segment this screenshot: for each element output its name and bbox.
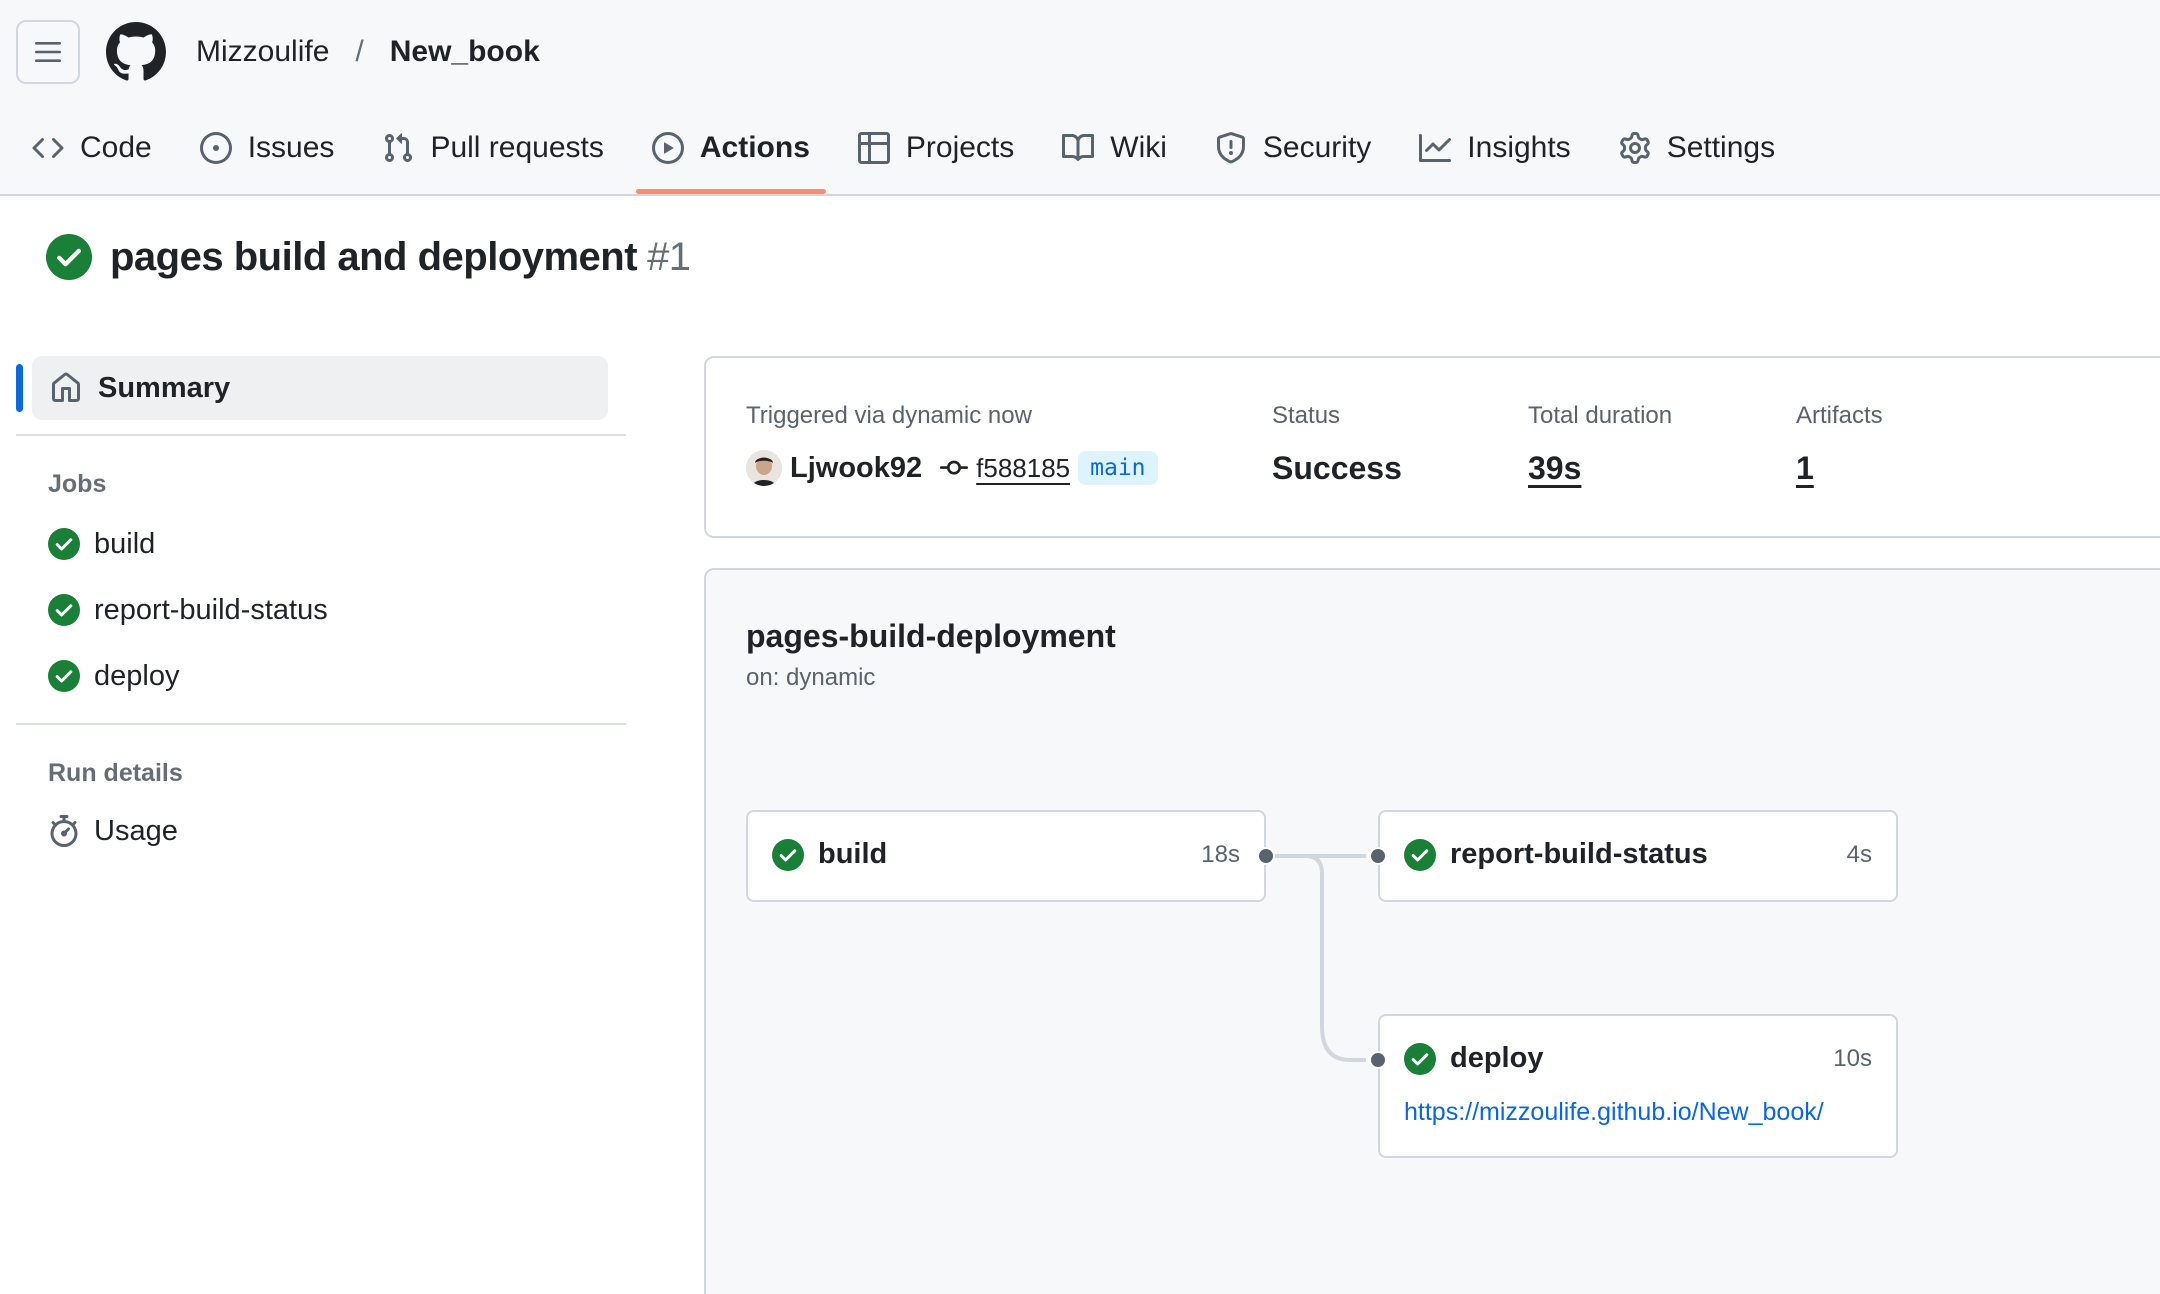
- tab-insights-label: Insights: [1467, 131, 1571, 164]
- tab-issues-label: Issues: [247, 131, 335, 164]
- job-node-report-build-status[interactable]: report-build-status 4s: [1378, 810, 1898, 902]
- stopwatch-icon: [50, 815, 78, 847]
- check-circle-fill-icon: [46, 234, 92, 280]
- sidebar-job-report-build-status[interactable]: report-build-status: [16, 577, 626, 643]
- sidebar-item-usage-label: Usage: [94, 814, 178, 847]
- divider: [16, 723, 626, 725]
- table-icon: [857, 132, 890, 164]
- divider: [16, 434, 626, 436]
- tab-pull-requests[interactable]: Pull requests: [366, 120, 619, 176]
- hamburger-icon: [35, 42, 61, 62]
- page-title: pages build and deployment #1: [110, 235, 691, 280]
- actor-link[interactable]: Ljwook92: [790, 452, 922, 485]
- status-label: Status: [1272, 402, 1341, 429]
- tab-wiki-label: Wiki: [1110, 131, 1167, 164]
- trigger-label: Triggered via dynamic now: [746, 402, 1032, 429]
- job-name: build: [818, 838, 888, 870]
- sidebar-item-summary[interactable]: Summary: [16, 356, 608, 420]
- tab-projects-label: Projects: [905, 131, 1015, 164]
- tab-projects[interactable]: Projects: [842, 120, 1030, 176]
- check-circle-fill-icon: [48, 528, 80, 560]
- sidebar-job-deploy[interactable]: deploy: [16, 643, 626, 709]
- job-header: report-build-status 4s: [1404, 838, 1872, 871]
- git-commit-icon: [940, 460, 969, 475]
- sidebar-item-summary-label: Summary: [98, 371, 231, 404]
- check-circle-fill-icon: [1404, 1042, 1436, 1075]
- deployment-url-link[interactable]: https://mizzoulife.github.io/New_book/: [1404, 1098, 1824, 1127]
- sidebar-job-build[interactable]: build: [16, 511, 626, 577]
- home-icon: [52, 372, 80, 402]
- artifacts-label: Artifacts: [1796, 402, 1883, 429]
- tab-security[interactable]: Security: [1199, 120, 1387, 176]
- job-duration: 10s: [1833, 1044, 1872, 1072]
- owner-link[interactable]: Mizzoulife: [196, 35, 329, 69]
- job-header: build 18s: [772, 838, 1240, 871]
- play-icon: [651, 132, 684, 164]
- active-indicator: [16, 364, 23, 412]
- commit-sha: f588185: [976, 452, 1071, 483]
- jobs-heading: Jobs: [48, 470, 107, 498]
- tab-settings-label: Settings: [1666, 131, 1776, 164]
- tab-wiki[interactable]: Wiki: [1046, 120, 1183, 176]
- tab-pull-requests-label: Pull requests: [430, 131, 604, 164]
- job-connector-lines: [1266, 854, 1366, 1062]
- run-title-row: pages build and deployment #1: [46, 234, 691, 280]
- job-input-dot: [1369, 847, 1387, 865]
- sidebar-item-usage[interactable]: Usage: [16, 798, 626, 864]
- check-circle-fill-icon: [48, 594, 80, 626]
- sidebar-job-label: build: [94, 527, 156, 560]
- trigger-details: Ljwook92 f588185 main: [746, 450, 1158, 486]
- sidebar-job-label: deploy: [94, 659, 180, 692]
- tab-insights[interactable]: Insights: [1403, 120, 1586, 176]
- git-pull-request-icon: [385, 133, 413, 163]
- run-details-heading: Run details: [48, 759, 183, 787]
- repo-nav-tabs: Code Issues Pull requests Actions Projec…: [0, 120, 1791, 196]
- job-node-deploy[interactable]: deploy 10s https://mizzoulife.github.io/…: [1378, 1014, 1898, 1158]
- issue-opened-icon: [199, 132, 232, 164]
- repo-link[interactable]: New_book: [390, 35, 540, 69]
- job-node-build[interactable]: build 18s: [746, 810, 1266, 902]
- tab-security-label: Security: [1262, 131, 1372, 164]
- branch-label[interactable]: main: [1078, 451, 1158, 485]
- duration-label: Total duration: [1528, 402, 1673, 429]
- artifacts-link[interactable]: 1: [1796, 450, 1814, 487]
- commit-link[interactable]: f588185: [940, 453, 1070, 484]
- check-circle-fill-icon: [48, 660, 80, 692]
- avatar[interactable]: [746, 450, 782, 486]
- book-icon: [1062, 133, 1095, 161]
- job-name: report-build-status: [1450, 838, 1708, 870]
- workflow-graph-card: pages-build-deployment on: dynamic build…: [704, 568, 2160, 1294]
- gear-icon: [1619, 132, 1650, 164]
- tab-code-label: Code: [80, 131, 152, 164]
- github-logo-icon[interactable]: [106, 22, 166, 82]
- job-input-dot: [1369, 1051, 1387, 1069]
- job-name: deploy: [1450, 1042, 1544, 1074]
- tab-actions-label: Actions: [699, 131, 810, 164]
- job-output-dot: [1257, 847, 1275, 865]
- shield-icon: [1216, 132, 1245, 164]
- avatar-image: [746, 450, 782, 486]
- sidebar-job-label: report-build-status: [94, 593, 328, 626]
- code-icon: [32, 137, 64, 159]
- tab-settings[interactable]: Settings: [1603, 120, 1791, 176]
- job-header: deploy 10s: [1404, 1042, 1872, 1075]
- job-duration: 18s: [1201, 840, 1240, 868]
- tab-issues[interactable]: Issues: [184, 120, 351, 176]
- run-number: #1: [647, 234, 691, 279]
- repo-header: Mizzoulife / New_book Code Issues Pull r…: [0, 0, 2160, 196]
- breadcrumb: Mizzoulife / New_book: [196, 30, 540, 74]
- tab-actions[interactable]: Actions: [635, 120, 826, 194]
- status-value: Success: [1272, 450, 1402, 486]
- check-circle-fill-icon: [772, 838, 804, 871]
- menu-button[interactable]: [16, 20, 80, 84]
- breadcrumb-separator: /: [355, 35, 364, 68]
- run-sidebar: Summary Jobs build report-build-status d…: [16, 356, 626, 864]
- run-title: pages build and deployment: [110, 234, 638, 279]
- run-summary-card: Triggered via dynamic now Ljwook92 f5881…: [704, 356, 2160, 538]
- duration-link[interactable]: 39s: [1528, 450, 1581, 487]
- check-circle-fill-icon: [1404, 838, 1436, 871]
- job-duration: 4s: [1846, 840, 1872, 868]
- tab-code[interactable]: Code: [16, 120, 168, 176]
- graph-icon: [1419, 134, 1452, 162]
